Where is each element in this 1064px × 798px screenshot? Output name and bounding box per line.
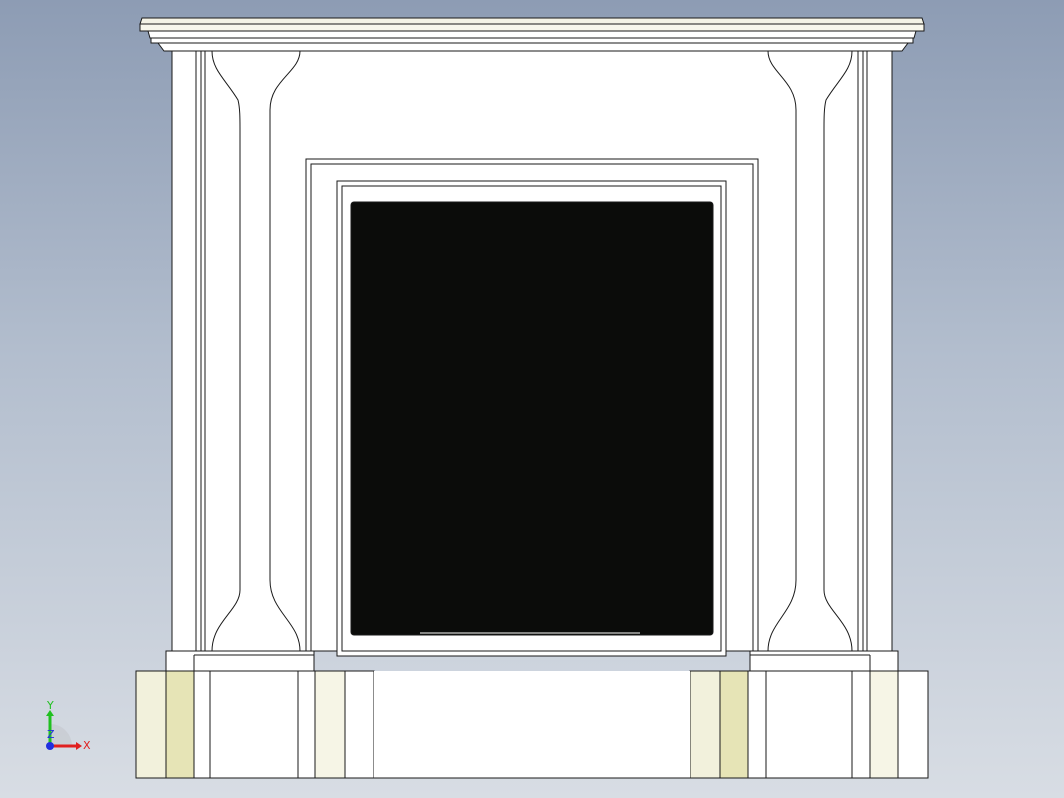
left-base-cap[interactable] — [165, 650, 315, 672]
right-base-cap[interactable] — [749, 650, 899, 672]
z-axis-label: Z — [47, 728, 55, 741]
coordinate-triad: X Y Z — [46, 700, 91, 752]
left-plinth[interactable] — [135, 670, 375, 779]
hearth-center[interactable] — [374, 671, 690, 778]
right-plinth[interactable] — [689, 670, 929, 779]
mantel-shelf[interactable] — [139, 17, 925, 52]
y-axis-label: Y — [46, 700, 54, 712]
z-axis-dot-icon — [46, 742, 54, 750]
graphics-viewport[interactable] — [0, 0, 1064, 798]
firebox-opening[interactable] — [350, 201, 714, 636]
x-axis-label: X — [83, 739, 91, 752]
